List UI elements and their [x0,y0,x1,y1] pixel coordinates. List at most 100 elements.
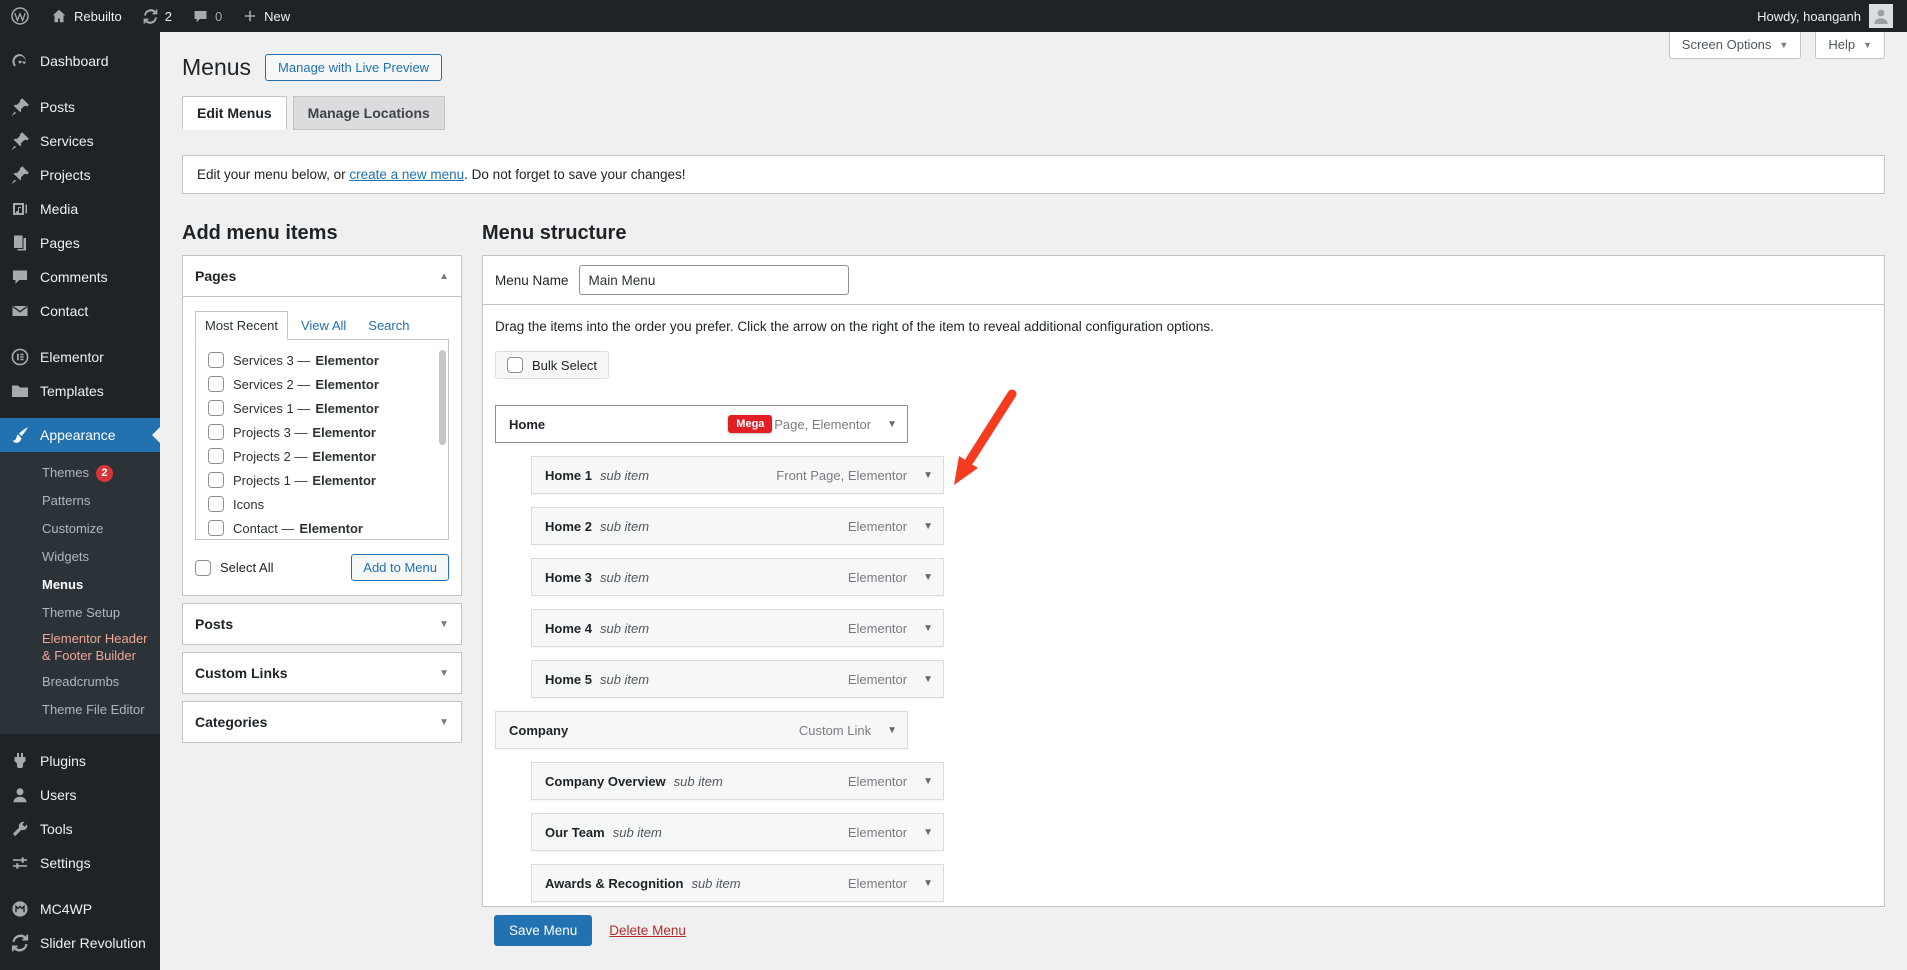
add-to-menu-button[interactable]: Add to Menu [351,554,449,581]
item-options-arrow-icon[interactable]: ▼ [887,419,897,430]
site-name-link[interactable]: Rebuilto [40,0,132,32]
tab-edit-menus[interactable]: Edit Menus [182,96,287,130]
user-avatar[interactable] [1869,4,1893,28]
item-options-arrow-icon[interactable]: ▼ [887,725,897,736]
item-options-arrow-icon[interactable]: ▼ [923,827,933,838]
menu-item-company[interactable]: Company Custom Link ▼ [495,711,908,749]
submenu-item-menus[interactable]: Menus [0,571,160,599]
page-list-item[interactable]: Services 2 —Elementor [208,372,448,396]
submenu-item-theme-file-editor[interactable]: Theme File Editor [0,697,160,725]
sidebar-item-tools[interactable]: Tools [0,812,160,846]
new-content-menu[interactable]: New [232,0,300,32]
admin-sidebar: Dashboard Posts Services Projects Media … [0,32,160,970]
item-options-arrow-icon[interactable]: ▼ [923,623,933,634]
checkbox[interactable] [208,520,224,536]
tab-most-recent[interactable]: Most Recent [195,311,288,340]
item-options-arrow-icon[interactable]: ▼ [923,674,933,685]
sidebar-item-elementor[interactable]: Elementor [0,340,160,374]
sidebar-item-appearance[interactable]: Appearance [0,418,160,452]
checkbox[interactable] [208,352,224,368]
sidebar-item-comments[interactable]: Comments [0,260,160,294]
manage-live-preview-button[interactable]: Manage with Live Preview [265,54,442,81]
checkbox[interactable] [208,472,224,488]
wordpress-logo-menu[interactable] [0,0,40,32]
sidebar-item-settings[interactable]: Settings [0,846,160,880]
sidebar-item-pages[interactable]: Pages [0,226,160,260]
select-all-control[interactable]: Select All [195,560,273,576]
submenu-item-themes[interactable]: Themes 2 [0,459,160,487]
menu-item-our-team[interactable]: Our Team sub item Elementor ▼ [531,813,944,851]
menu-item-home-5[interactable]: Home 5 sub item Elementor ▼ [531,660,944,698]
chevron-down-icon[interactable]: ▼ [439,619,449,630]
bulk-select-control[interactable]: Bulk Select [495,351,609,379]
page-list-item[interactable]: Projects 2 —Elementor [208,444,448,468]
menu-item-home-1[interactable]: Home 1 sub item Front Page, Elementor ▼ [531,456,944,494]
categories-panel-header[interactable]: Categories ▼ [183,702,461,742]
screen-options-button[interactable]: Screen Options ▼ [1669,32,1802,59]
howdy-user-link[interactable]: Howdy, hoanganh [1757,9,1861,24]
chevron-down-icon[interactable]: ▼ [439,717,449,728]
sidebar-item-templates[interactable]: Templates [0,374,160,408]
tab-manage-locations[interactable]: Manage Locations [293,96,445,130]
item-options-arrow-icon[interactable]: ▼ [923,572,933,583]
scrollbar[interactable] [439,350,446,445]
page-list-item[interactable]: Projects 3 —Elementor [208,420,448,444]
menu-item-title: Home 5 [545,672,592,687]
sidebar-item-mc4wp[interactable]: MC4WP [0,892,160,926]
submenu-item-customize[interactable]: Customize [0,515,160,543]
menu-item-company-overview[interactable]: Company Overview sub item Elementor ▼ [531,762,944,800]
menu-item-home-2[interactable]: Home 2 sub item Elementor ▼ [531,507,944,545]
page-list-item[interactable]: Contact —Elementor [208,516,448,540]
delete-menu-link[interactable]: Delete Menu [609,923,686,938]
tab-view-all[interactable]: View All [292,312,355,339]
chevron-up-icon[interactable]: ▲ [439,271,449,282]
sidebar-item-users[interactable]: Users [0,778,160,812]
checkbox[interactable] [208,400,224,416]
checkbox[interactable] [208,376,224,392]
item-options-arrow-icon[interactable]: ▼ [923,521,933,532]
checkbox[interactable] [208,424,224,440]
submenu-item-widgets[interactable]: Widgets [0,543,160,571]
menu-item-home[interactable]: Home Mega Front Page, Elementor ▼ [495,405,908,443]
submenu-item-patterns[interactable]: Patterns [0,487,160,515]
custom-links-panel-header[interactable]: Custom Links ▼ [183,653,461,693]
item-options-arrow-icon[interactable]: ▼ [923,776,933,787]
pages-panel-header[interactable]: Pages ▲ [183,256,461,297]
sidebar-item-slider-revolution[interactable]: Slider Revolution [0,926,160,960]
posts-panel-header[interactable]: Posts ▼ [183,604,461,644]
sidebar-item-dashboard[interactable]: Dashboard [0,44,160,78]
submenu-item-breadcrumbs[interactable]: Breadcrumbs [0,669,160,697]
page-list-item[interactable]: Services 1 —Elementor [208,396,448,420]
menu-item-awards-recognition[interactable]: Awards & Recognition sub item Elementor … [531,864,944,902]
item-options-arrow-icon[interactable]: ▼ [923,470,933,481]
page-list-item[interactable]: Projects 1 —Elementor [208,468,448,492]
sidebar-item-posts[interactable]: Posts [0,90,160,124]
chevron-down-icon[interactable]: ▼ [439,668,449,679]
submenu-item-elementor-header-footer-builder[interactable]: Elementor Header & Footer Builder [0,627,160,669]
sidebar-item-services[interactable]: Services [0,124,160,158]
checkbox[interactable] [208,448,224,464]
tab-search[interactable]: Search [359,312,418,339]
sidebar-item-plugins[interactable]: Plugins [0,744,160,778]
help-button[interactable]: Help ▼ [1815,32,1885,59]
comments-link[interactable]: 0 [182,0,232,32]
menu-name-input[interactable] [579,265,849,295]
sidebar-item-projects[interactable]: Projects [0,158,160,192]
bulk-select-checkbox[interactable] [507,357,523,373]
submenu-item-label: Breadcrumbs [42,674,119,691]
select-all-checkbox[interactable] [195,560,211,576]
submenu-item-theme-setup[interactable]: Theme Setup [0,599,160,627]
item-options-arrow-icon[interactable]: ▼ [923,878,933,889]
save-menu-button[interactable]: Save Menu [494,915,592,946]
page-list-item[interactable]: Icons [208,492,448,516]
checkbox[interactable] [208,496,224,512]
menu-item-home-3[interactable]: Home 3 sub item Elementor ▼ [531,558,944,596]
sidebar-item-contact[interactable]: Contact [0,294,160,328]
menu-item-home-4[interactable]: Home 4 sub item Elementor ▼ [531,609,944,647]
create-new-menu-link[interactable]: create a new menu [349,167,464,182]
sidebar-item-media[interactable]: Media [0,192,160,226]
sidebar-item-label: Plugins [40,753,86,769]
update-count: 2 [165,9,172,24]
page-list-item[interactable]: Services 3 —Elementor [208,348,448,372]
updates-link[interactable]: 2 [132,0,182,32]
